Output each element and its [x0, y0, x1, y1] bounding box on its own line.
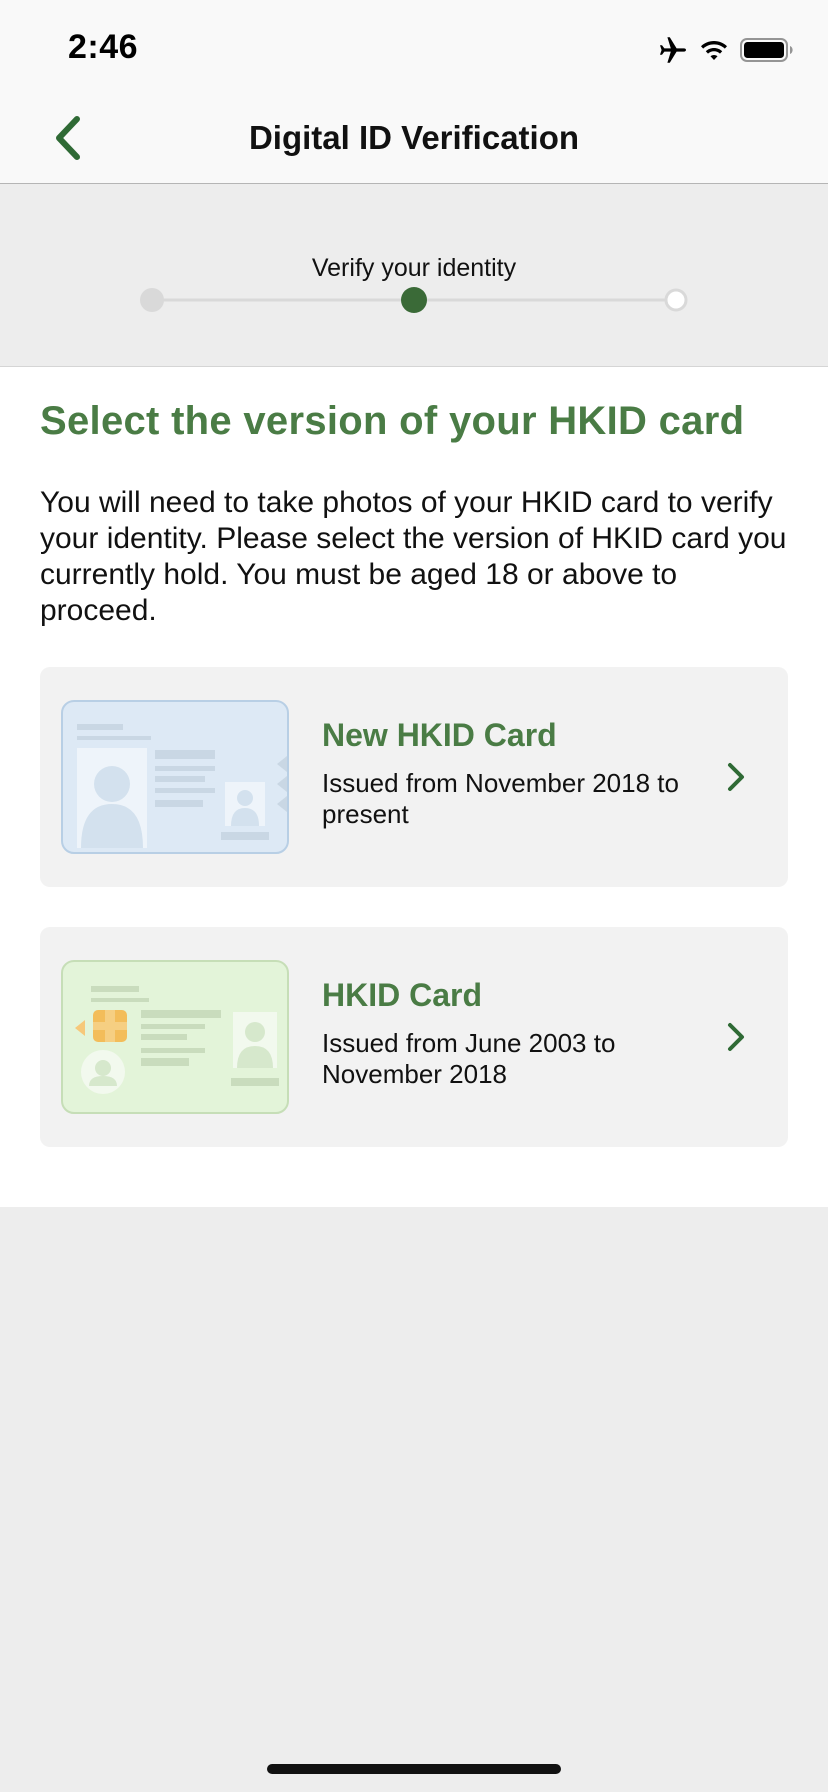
status-icons [656, 34, 794, 66]
progress-step-1 [140, 288, 164, 312]
navigation-bar: Digital ID Verification [0, 92, 828, 184]
option-subtitle: Issued from June 2003 to November 2018 [322, 1028, 616, 1089]
hkid-card-text: HKID Card Issued from June 2003 to Novem… [322, 977, 702, 1090]
option-title: New HKID Card [322, 717, 557, 753]
page-title: Digital ID Verification [248, 119, 580, 156]
progress-step-2 [401, 287, 427, 313]
progress-label: Verify your identity [311, 254, 517, 282]
old-hkid-card-icon [61, 960, 289, 1114]
chevron-right-icon [728, 1023, 744, 1051]
home-indicator[interactable] [267, 1764, 561, 1774]
option-subtitle: Issued from November 2018 to present [322, 768, 679, 829]
progress-stepper: Verify your identity [0, 184, 828, 367]
option-title: HKID Card [322, 977, 483, 1013]
battery-icon [740, 38, 793, 62]
status-bar: 2:46 [0, 0, 828, 92]
wifi-icon [701, 41, 727, 60]
progress-step-3 [664, 288, 688, 312]
hkid-card-option[interactable]: HKID Card Issued from June 2003 to Novem… [40, 927, 788, 1147]
section-description: You will need to take photos of your HKI… [40, 486, 787, 627]
chevron-right-icon [728, 763, 744, 791]
new-hkid-card-text: New HKID Card Issued from November 2018 … [322, 717, 702, 830]
main-content: Select the version of your HKID card You… [0, 367, 828, 1207]
section-title: Select the version of your HKID card [40, 399, 745, 443]
new-hkid-card-option[interactable]: New HKID Card Issued from November 2018 … [40, 667, 788, 887]
airplane-icon [660, 37, 686, 63]
progress-track [140, 287, 688, 313]
status-time: 2:46 [68, 28, 139, 66]
new-hkid-card-icon [61, 700, 289, 854]
